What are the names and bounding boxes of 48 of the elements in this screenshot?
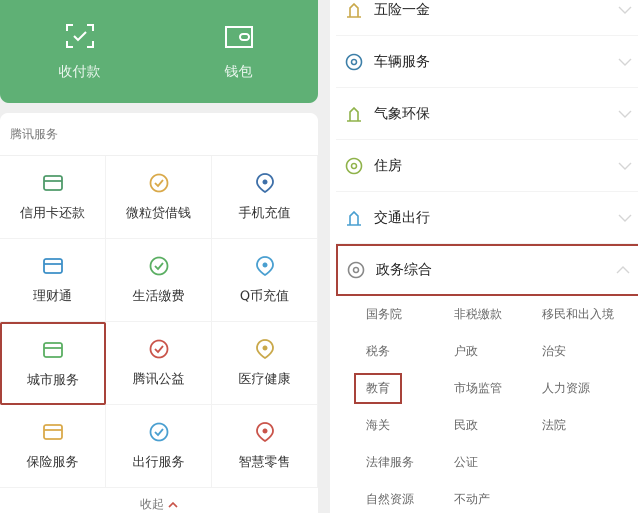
subcategory-link[interactable]: 法院 bbox=[530, 410, 578, 441]
service-item[interactable]: 生活缴费 bbox=[106, 239, 212, 322]
collapse-button[interactable]: 收起 bbox=[140, 496, 178, 513]
card-icon bbox=[42, 172, 64, 194]
subcategory-link[interactable]: 人力资源 bbox=[530, 373, 602, 404]
service-item[interactable]: 信用卡还款 bbox=[0, 156, 106, 239]
category-row[interactable]: 政务综合 bbox=[336, 244, 638, 296]
subcategory-link[interactable]: 自然资源 bbox=[354, 484, 426, 513]
subcategory-link[interactable]: 移民和出入境 bbox=[530, 299, 626, 330]
subcategory-link[interactable]: 公证 bbox=[442, 447, 490, 478]
pin-icon bbox=[254, 421, 276, 443]
service-item[interactable]: 出行服务 bbox=[106, 405, 212, 488]
subcategory-link[interactable]: 治安 bbox=[530, 336, 578, 367]
wallet-icon bbox=[224, 25, 252, 49]
service-item[interactable]: 城市服务 bbox=[0, 322, 106, 405]
section-title: 腾讯服务 bbox=[0, 113, 318, 156]
category-row[interactable]: 五险一金 bbox=[336, 0, 638, 36]
service-item[interactable]: 腾讯公益 bbox=[106, 322, 212, 405]
check-circle-icon bbox=[148, 255, 170, 277]
chevron-down-icon bbox=[618, 214, 632, 222]
category-row[interactable]: 车辆服务 bbox=[336, 36, 638, 88]
category-row[interactable]: 交通出行 bbox=[336, 192, 638, 244]
subcategory-link[interactable]: 户政 bbox=[442, 336, 490, 367]
chevron-up-icon bbox=[616, 266, 630, 274]
subcategory-link[interactable]: 海关 bbox=[354, 410, 402, 441]
caret-icon bbox=[168, 500, 178, 508]
service-item[interactable]: 理财通 bbox=[0, 239, 106, 322]
chevron-down-icon bbox=[618, 6, 632, 14]
subcategory-link[interactable]: 非税缴款 bbox=[442, 299, 514, 330]
subcategory-link[interactable]: 不动产 bbox=[442, 484, 502, 513]
service-item[interactable]: Q币充值 bbox=[212, 239, 318, 322]
subcategory-link[interactable]: 税务 bbox=[354, 336, 402, 367]
subcategory-link[interactable]: 民政 bbox=[442, 410, 490, 441]
service-item[interactable]: 手机充值 bbox=[212, 156, 318, 239]
subcategory-link[interactable]: 市场监管 bbox=[442, 373, 514, 404]
service-item[interactable]: 微粒贷借钱 bbox=[106, 156, 212, 239]
service-item[interactable]: 智慧零售 bbox=[212, 405, 318, 488]
service-item[interactable]: 保险服务 bbox=[0, 405, 106, 488]
subcategory-link[interactable]: 教育 bbox=[354, 373, 402, 404]
category-row[interactable]: 气象环保 bbox=[336, 88, 638, 140]
chevron-down-icon bbox=[618, 58, 632, 66]
service-item[interactable]: 医疗健康 bbox=[212, 322, 318, 405]
subcategory-link[interactable]: 国务院 bbox=[354, 299, 414, 330]
scan-icon bbox=[64, 23, 94, 49]
chevron-down-icon bbox=[618, 110, 632, 118]
subcategory-link[interactable]: 法律服务 bbox=[354, 447, 426, 478]
category-row[interactable]: 住房 bbox=[336, 140, 638, 192]
chevron-down-icon bbox=[618, 162, 632, 170]
